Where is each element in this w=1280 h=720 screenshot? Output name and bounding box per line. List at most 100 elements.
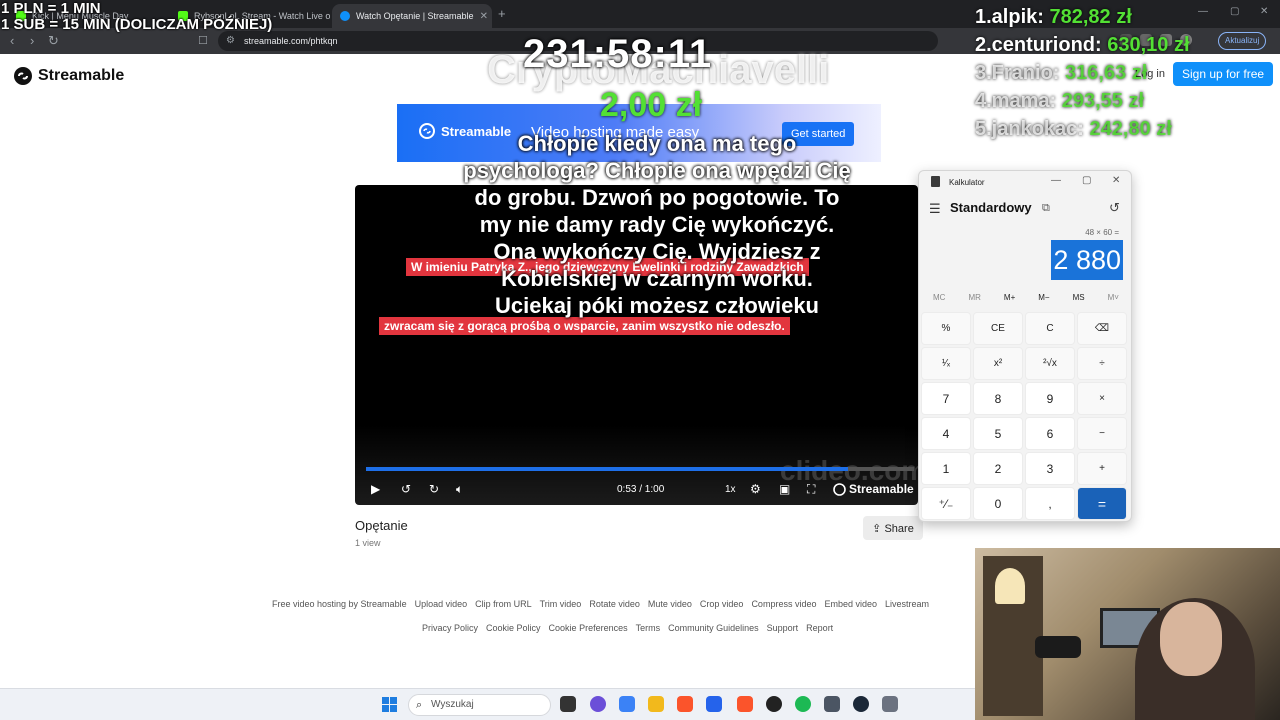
- backspace-key[interactable]: ⌫: [1077, 312, 1127, 345]
- footer-link[interactable]: Mute video: [648, 599, 692, 609]
- close-tab-icon[interactable]: ✕: [480, 11, 488, 22]
- divide-key[interactable]: ÷: [1077, 347, 1127, 380]
- digit-8-key[interactable]: 8: [973, 382, 1023, 415]
- update-browser-button[interactable]: Aktualizuj: [1218, 32, 1267, 50]
- footer-link[interactable]: Trim video: [540, 599, 582, 609]
- close-window-icon[interactable]: ✕: [1260, 6, 1268, 17]
- maximize-icon[interactable]: ▢: [1082, 175, 1091, 186]
- footer-link[interactable]: Crop video: [700, 599, 744, 609]
- calculator-window[interactable]: Kalkulator — ▢ ✕ ☰ Standardowy ⧉ ↺ 48 × …: [918, 170, 1132, 522]
- footer-link[interactable]: Terms: [636, 623, 661, 633]
- digit-4-key[interactable]: 4: [921, 417, 971, 450]
- forward-icon[interactable]: ›: [30, 33, 34, 48]
- windows-start-icon[interactable]: [382, 697, 397, 712]
- video-title: Opętanie: [355, 518, 408, 533]
- footer-link[interactable]: Embed video: [824, 599, 877, 609]
- footer-link[interactable]: Community Guidelines: [668, 623, 759, 633]
- digit-5-key[interactable]: 5: [973, 417, 1023, 450]
- calculator-display: 2 880: [1051, 240, 1123, 280]
- discord-icon[interactable]: [590, 696, 606, 712]
- footer-link[interactable]: Compress video: [751, 599, 816, 609]
- percent-key[interactable]: %: [921, 312, 971, 345]
- reload-icon[interactable]: ↻: [48, 33, 59, 49]
- footer-link[interactable]: Cookie Policy: [486, 623, 541, 633]
- square-root-key[interactable]: ²√x: [1025, 347, 1075, 380]
- brave-icon[interactable]: [677, 696, 693, 712]
- player-brand[interactable]: Streamable: [833, 482, 914, 496]
- negate-key[interactable]: ⁺⁄₋: [921, 487, 971, 520]
- close-icon[interactable]: ✕: [1112, 175, 1120, 186]
- new-tab-icon[interactable]: +: [498, 6, 506, 21]
- steam-icon[interactable]: [853, 696, 869, 712]
- clear-key[interactable]: C: [1025, 312, 1075, 345]
- maximize-icon[interactable]: ▢: [1230, 6, 1239, 17]
- forward-icon[interactable]: ↻: [429, 482, 439, 496]
- footer-link[interactable]: Clip from URL: [475, 599, 532, 609]
- leaderboard-row: 1.alpik: 782,82 zł: [975, 6, 1190, 34]
- memory-button[interactable]: M˅: [1108, 293, 1119, 302]
- memory-button[interactable]: M+: [1004, 293, 1015, 302]
- leaderboard-row: 4.mama: 293,55 zł: [975, 90, 1190, 118]
- digit-6-key[interactable]: 6: [1025, 417, 1075, 450]
- rewind-icon[interactable]: ↺: [401, 482, 411, 496]
- footer-link[interactable]: Privacy Policy: [422, 623, 478, 633]
- play-icon[interactable]: ▶: [371, 482, 380, 496]
- keep-on-top-icon[interactable]: ⧉: [1042, 202, 1050, 215]
- add-key[interactable]: +: [1077, 452, 1127, 485]
- store-icon[interactable]: [706, 696, 722, 712]
- footer-link[interactable]: Upload video: [415, 599, 468, 609]
- task-view-icon[interactable]: [560, 696, 576, 712]
- streamable-logo[interactable]: Streamable: [13, 66, 124, 86]
- hamburger-menu-icon[interactable]: ☰: [929, 201, 941, 217]
- stream-rate-info: 1 PLN = 1 MIN 1 SUB = 15 MIN (DOLICZAM P…: [1, 1, 272, 33]
- multiply-key[interactable]: ×: [1077, 382, 1127, 415]
- obs-icon[interactable]: [766, 696, 782, 712]
- file-explorer-icon[interactable]: [648, 696, 664, 712]
- footer-link[interactable]: Livestream: [885, 599, 929, 609]
- share-button[interactable]: ⇪ Share: [863, 516, 923, 540]
- memory-button[interactable]: M−: [1038, 293, 1049, 302]
- memory-button[interactable]: MR: [968, 293, 980, 302]
- leaderboard-row: 5.jankokac: 242,80 zł: [975, 118, 1190, 146]
- back-icon[interactable]: ‹: [10, 33, 14, 48]
- bookmark-icon[interactable]: ☐: [198, 34, 208, 47]
- equals-key[interactable]: =: [1077, 487, 1127, 520]
- footer-link[interactable]: Rotate video: [589, 599, 640, 609]
- digit-0-key[interactable]: 0: [973, 487, 1023, 520]
- digit-1-key[interactable]: 1: [921, 452, 971, 485]
- site-info-icon[interactable]: ⚙: [226, 31, 235, 51]
- fullscreen-icon[interactable]: ⛶: [807, 482, 815, 497]
- memory-button[interactable]: MS: [1073, 293, 1085, 302]
- taskbar-search[interactable]: ⌕ Wyszukaj: [408, 694, 551, 716]
- minimize-icon[interactable]: —: [1198, 6, 1208, 17]
- footer-link[interactable]: Cookie Preferences: [549, 623, 628, 633]
- footer-link[interactable]: Support: [767, 623, 799, 633]
- square-key[interactable]: x²: [973, 347, 1023, 380]
- digit-3-key[interactable]: 3: [1025, 452, 1075, 485]
- brave-icon[interactable]: [737, 696, 753, 712]
- footer-link[interactable]: Report: [806, 623, 833, 633]
- digit-2-key[interactable]: 2: [973, 452, 1023, 485]
- decimal-key[interactable]: ,: [1025, 487, 1075, 520]
- leaderboard-amount: 782,82 zł: [1049, 6, 1132, 28]
- footer-link[interactable]: Free video hosting by Streamable: [272, 599, 407, 609]
- digit-9-key[interactable]: 9: [1025, 382, 1075, 415]
- playback-speed[interactable]: 1x: [725, 484, 736, 495]
- minimize-icon[interactable]: —: [1051, 175, 1061, 186]
- copilot-icon[interactable]: [619, 696, 635, 712]
- picture-in-picture-icon[interactable]: ▣: [779, 482, 790, 496]
- spotify-icon[interactable]: [795, 696, 811, 712]
- video-progress-bar[interactable]: [366, 467, 914, 471]
- notepad-icon[interactable]: [824, 696, 840, 712]
- reciprocal-key[interactable]: ¹⁄ₓ: [921, 347, 971, 380]
- memory-button[interactable]: MC: [933, 293, 945, 302]
- volume-icon[interactable]: 🔈︎: [456, 482, 463, 497]
- browser-tab-streamable[interactable]: Watch Opętanie | Streamable ✕: [332, 4, 492, 28]
- calculator-taskbar-icon[interactable]: [882, 696, 898, 712]
- settings-gear-icon[interactable]: ⚙: [750, 482, 761, 496]
- subtract-key[interactable]: −: [1077, 417, 1127, 450]
- history-icon[interactable]: ↺: [1109, 200, 1120, 216]
- clear-entry-key[interactable]: CE: [973, 312, 1023, 345]
- leaderboard-amount: 630,10 zł: [1107, 34, 1190, 56]
- digit-7-key[interactable]: 7: [921, 382, 971, 415]
